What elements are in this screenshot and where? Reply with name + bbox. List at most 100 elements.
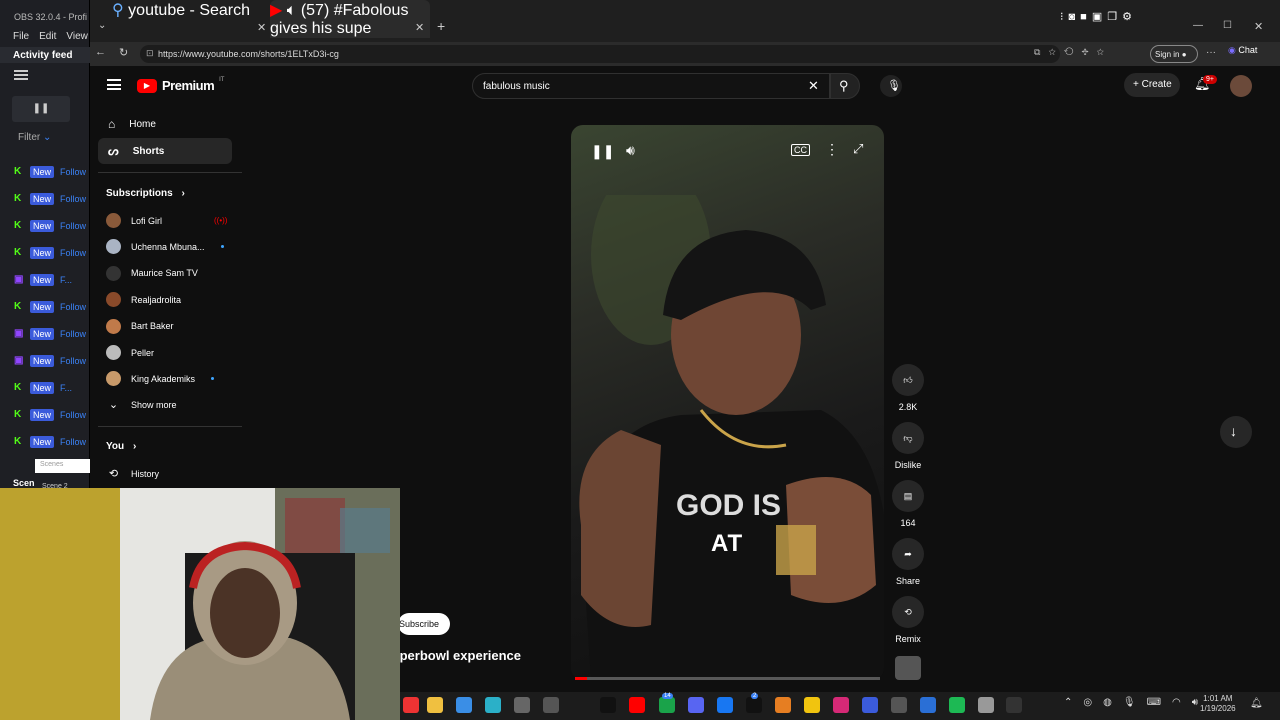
clear-search-icon[interactable]: ✕ bbox=[808, 78, 819, 94]
next-video-button[interactable]: ↓ bbox=[1220, 416, 1252, 448]
app-a-icon[interactable] bbox=[514, 697, 530, 713]
app-icon[interactable] bbox=[978, 697, 994, 713]
you-header[interactable]: You › bbox=[106, 441, 136, 452]
feed-item[interactable]: K New Follow bbox=[14, 247, 86, 259]
tab-list-chevron-icon[interactable]: ⌄ bbox=[98, 20, 106, 31]
remix-button[interactable]: ⟲ Remix bbox=[892, 596, 924, 644]
app-icon[interactable] bbox=[862, 697, 878, 713]
youtube-icon[interactable] bbox=[629, 697, 645, 713]
layers-icon[interactable]: ❐ bbox=[1107, 11, 1122, 23]
puzzle-icon[interactable]: ✥ bbox=[1081, 47, 1096, 57]
volume-icon[interactable]: 🔊︎ bbox=[626, 142, 635, 159]
extensions-icon[interactable]: ⟲ bbox=[1064, 47, 1082, 57]
feed-item[interactable]: K New Follow bbox=[14, 193, 86, 205]
feed-item[interactable]: K New Follow bbox=[14, 409, 86, 421]
hamburger-icon[interactable] bbox=[14, 70, 28, 80]
obs-icon[interactable] bbox=[1006, 697, 1022, 713]
notification-center-icon[interactable]: 🔔︎ bbox=[1250, 698, 1263, 709]
tab-youtube-search[interactable]: ⚲ youtube - Search bbox=[112, 0, 270, 20]
open-app-icon[interactable]: ⧉ bbox=[1034, 47, 1048, 57]
video-icon[interactable]: ■ bbox=[1080, 11, 1092, 23]
app-icon[interactable] bbox=[775, 697, 791, 713]
camera-icon[interactable]: ◙ bbox=[1069, 11, 1081, 23]
obs-menu-file[interactable]: File bbox=[13, 31, 29, 42]
sign-in-button[interactable]: Sign in ● bbox=[1150, 45, 1198, 63]
back-icon[interactable]: ← bbox=[95, 46, 106, 58]
store-icon[interactable] bbox=[456, 697, 472, 713]
url-input[interactable]: ⊡ https://www.youtube.com/shorts/1ELTxD3… bbox=[140, 45, 1060, 63]
sidebar-item-shorts[interactable]: ᔕ Shorts bbox=[98, 138, 232, 164]
feed-item[interactable]: ▣ New F... bbox=[14, 274, 72, 286]
spotify-icon[interactable] bbox=[949, 697, 965, 713]
yt-menu-icon[interactable] bbox=[107, 79, 121, 90]
voice-search-button[interactable]: 🎙︎ bbox=[880, 75, 902, 97]
captions-icon[interactable]: CC bbox=[791, 144, 810, 156]
tab-youtube-shorts[interactable]: ▶ 🔈︎ (57) #Fabolous gives his supe bbox=[270, 0, 430, 38]
sidebar-item-history[interactable]: ⟲ History bbox=[106, 467, 159, 480]
taskbar-clock[interactable]: 1:01 AM 1/19/2026 bbox=[1200, 694, 1236, 714]
account-avatar[interactable] bbox=[1230, 75, 1252, 97]
sound-thumbnail[interactable] bbox=[895, 656, 921, 680]
speaker-icon[interactable]: 🔈︎ bbox=[287, 2, 297, 19]
subscription-item[interactable]: Realjadrolita bbox=[106, 292, 181, 308]
pause-icon[interactable]: ❚❚ bbox=[591, 143, 614, 160]
shorts-video-player[interactable]: GOD IS ❚❚ 🔊︎ CC ⋮ ⤢ AT bbox=[571, 125, 884, 680]
edge-icon[interactable] bbox=[485, 697, 501, 713]
obs-menu-edit[interactable]: Edit bbox=[39, 31, 56, 42]
more-icon[interactable]: ··· bbox=[1206, 47, 1216, 58]
refresh-icon[interactable]: ↻ bbox=[119, 46, 128, 59]
keyboard-icon[interactable]: ⌨ bbox=[1147, 697, 1172, 708]
tiktok-icon[interactable] bbox=[600, 697, 616, 713]
search-button[interactable]: ⚲ bbox=[830, 73, 860, 99]
youtube-logo[interactable]: ▶ Premium IT bbox=[137, 77, 224, 93]
subscription-item[interactable]: Lofi Girl ((•)) bbox=[106, 213, 227, 228]
sidebar-item-home[interactable]: ⌂ Home bbox=[98, 111, 232, 137]
video-progress-bar[interactable] bbox=[575, 677, 880, 680]
fullscreen-icon[interactable]: ⤢ bbox=[853, 141, 863, 157]
subscription-item[interactable]: Peller bbox=[106, 345, 154, 360]
feed-item[interactable]: K New Follow bbox=[14, 166, 86, 178]
x-icon[interactable] bbox=[746, 697, 762, 713]
new-tab-icon[interactable]: + bbox=[437, 18, 445, 34]
subscribe-button[interactable]: Subscribe bbox=[398, 613, 450, 635]
subscription-item[interactable]: King Akademiks bbox=[106, 371, 215, 387]
start-icon[interactable] bbox=[403, 697, 419, 713]
close-window-icon[interactable]: ✕ bbox=[1254, 20, 1263, 33]
scenes-input[interactable]: Scenes bbox=[35, 459, 90, 473]
file-explorer-icon[interactable] bbox=[427, 697, 443, 713]
feed-pause-button[interactable]: ❚❚ bbox=[12, 96, 70, 122]
feed-item[interactable]: K New Follow bbox=[14, 436, 86, 448]
xbox-icon[interactable] bbox=[659, 697, 675, 713]
site-info-icon[interactable]: ⊡ bbox=[146, 48, 154, 59]
app-icon[interactable] bbox=[920, 697, 936, 713]
search-input[interactable]: fabulous music bbox=[472, 73, 830, 99]
instagram-icon[interactable] bbox=[833, 697, 849, 713]
app-y-icon[interactable] bbox=[543, 697, 559, 713]
subscriptions-header[interactable]: Subscriptions › bbox=[106, 188, 185, 199]
facebook-icon[interactable] bbox=[717, 697, 733, 713]
create-button[interactable]: + Create bbox=[1124, 73, 1180, 97]
subscription-item[interactable]: Bart Baker bbox=[106, 318, 174, 334]
close-tab-icon[interactable]: ✕ bbox=[257, 21, 266, 34]
favorites-icon[interactable]: ☆ bbox=[1097, 47, 1112, 57]
subscription-item[interactable]: Uchenna Mbuna... bbox=[106, 239, 224, 255]
maximize-icon[interactable]: ☐ bbox=[1223, 20, 1232, 31]
feed-item[interactable]: K New Follow bbox=[14, 301, 86, 313]
copilot-chat-button[interactable]: ◉ Chat bbox=[1228, 45, 1257, 56]
more-options-icon[interactable]: ⋮ bbox=[825, 141, 839, 158]
dislike-button[interactable]: 👎︎ Dislike bbox=[892, 422, 924, 470]
show-more-button[interactable]: ⌄ Show more bbox=[106, 398, 177, 411]
feed-item[interactable]: ▣ New Follow bbox=[14, 355, 86, 367]
wifi-icon[interactable]: ◠ bbox=[1172, 697, 1192, 708]
tray-overflow-icon[interactable]: ⌃ bbox=[1064, 697, 1083, 708]
close-tab-icon[interactable]: ✕ bbox=[415, 21, 424, 34]
minimize-icon[interactable]: — bbox=[1193, 20, 1203, 31]
mic-tray-icon[interactable]: 🎙︎ bbox=[1123, 697, 1147, 708]
comments-button[interactable]: ▤ 164 bbox=[892, 480, 924, 528]
app-icon[interactable] bbox=[891, 697, 907, 713]
feed-filter[interactable]: Filter ⌄ bbox=[18, 132, 51, 143]
feed-item[interactable]: K New F... bbox=[14, 382, 72, 394]
subscription-item[interactable]: Maurice Sam TV bbox=[106, 265, 198, 281]
discord-icon[interactable] bbox=[688, 697, 704, 713]
obs-menu-view[interactable]: View bbox=[66, 31, 88, 42]
